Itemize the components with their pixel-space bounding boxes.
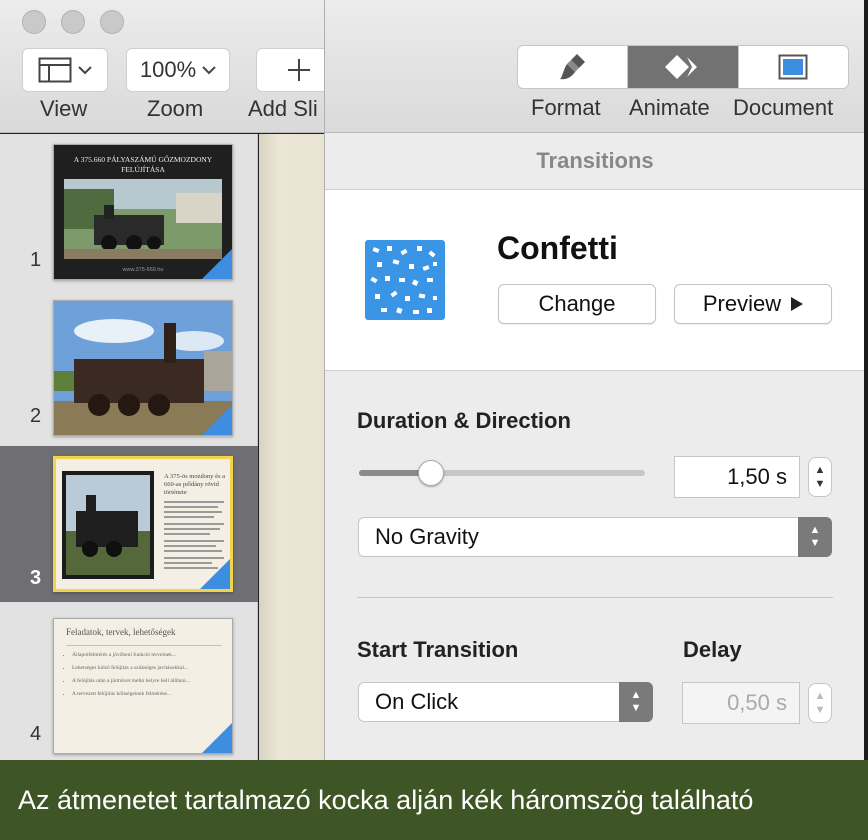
transitions-title: Transitions	[536, 148, 654, 173]
inspector-tab-group	[517, 45, 849, 89]
tab-format-label: Format	[531, 95, 601, 120]
transition-effect-name: Confetti	[497, 230, 618, 266]
duration-slider-knob[interactable]	[418, 460, 444, 486]
duration-slider[interactable]	[359, 460, 645, 486]
paintbrush-icon	[559, 54, 585, 80]
slide-4-rule	[66, 645, 222, 646]
duration-field[interactable]: 1,50 s	[674, 456, 800, 498]
keynote-window: View 100% Zoom Add Sli A 375.660 PÁLYASZ…	[0, 0, 868, 840]
change-button-label: Change	[538, 291, 616, 316]
slide-4-bullets: Állapotfelmérés a jövőbeni funkció terve…	[72, 651, 222, 698]
caption-bar: Az átmenetet tartalmazó kocka alján kék …	[0, 760, 868, 840]
preview-button[interactable]: Preview	[674, 284, 832, 324]
close-window-button[interactable]	[22, 10, 46, 34]
stepper-down-icon: ▼	[814, 478, 826, 490]
delay-field[interactable]: 0,50 s	[682, 682, 800, 724]
view-button[interactable]	[22, 48, 108, 92]
chevron-down-icon	[202, 66, 216, 75]
direction-value: No Gravity	[375, 524, 479, 549]
delay-stepper[interactable]: ▲ ▼	[808, 683, 832, 723]
slide-1-preview: A 375.660 PÁLYASZÁMÚ GŐZMOZDONY FELÚJÍTÁ…	[53, 144, 233, 280]
duration-stepper[interactable]: ▲ ▼	[808, 457, 832, 497]
document-icon	[778, 54, 808, 80]
slide-3-preview: A 375-ös mozdony és a 660-as példány röv…	[53, 456, 233, 592]
slide-navigator[interactable]: A 375.660 PÁLYASZÁMÚ GŐZMOZDONY FELÚJÍTÁ…	[0, 134, 258, 760]
slide-4-bullet: Lehetséges külső felújítás a szükséges j…	[72, 664, 222, 672]
slide-3-heading: A 375-ös mozdony és a 660-as példány röv…	[164, 473, 226, 496]
view-label: View	[40, 96, 88, 121]
transition-indicator-triangle	[202, 249, 232, 279]
plus-icon	[288, 59, 310, 81]
inspector-panel: Format Animate Document Transitions Conf…	[324, 0, 865, 760]
duration-direction-heading: Duration & Direction	[357, 408, 571, 433]
zoom-value: 100%	[139, 57, 197, 82]
transition-indicator-triangle	[200, 559, 230, 589]
slide-thumbnail-3[interactable]: A 375-ös mozdony és a 660-as példány röv…	[0, 446, 258, 602]
add-slide-label: Add Sli	[248, 96, 318, 121]
start-transition-heading: Start Transition	[357, 637, 519, 662]
zoom-window-button[interactable]	[100, 10, 124, 34]
slide-thumbnail-1[interactable]: A 375.660 PÁLYASZÁMÚ GŐZMOZDONY FELÚJÍTÁ…	[0, 134, 258, 284]
slide-2-preview	[53, 300, 233, 436]
slide-4-bullet: Állapotfelmérés a jövőbeni funkció terve…	[72, 651, 222, 659]
stepper-up-icon: ▲	[814, 690, 826, 702]
zoom-label: Zoom	[147, 96, 204, 121]
slide-thumbnail-4[interactable]: Feladatok, tervek, lehetőségek Állapotfe…	[0, 608, 258, 758]
slide-4-heading: Feladatok, tervek, lehetőségek	[66, 627, 176, 637]
tab-format[interactable]	[518, 46, 629, 88]
tab-document-label: Document	[733, 95, 834, 120]
delay-value: 0,50 s	[727, 690, 787, 715]
slide-thumbnail-2[interactable]: 2	[0, 290, 258, 440]
slide-number-2: 2	[30, 405, 42, 427]
slide-canvas-edge	[259, 134, 324, 760]
view-layout-icon	[38, 57, 72, 83]
animate-diamond-icon	[664, 55, 697, 79]
start-transition-value: On Click	[375, 689, 459, 714]
tab-animate-label: Animate	[629, 95, 710, 120]
zoom-button[interactable]: 100%	[126, 48, 230, 92]
tab-animate[interactable]	[628, 46, 739, 88]
confetti-preview-icon	[365, 240, 445, 320]
slide-number-4: 4	[30, 723, 42, 745]
delay-heading: Delay	[683, 637, 742, 662]
slide-4-preview: Feladatok, tervek, lehetőségek Állapotfe…	[53, 618, 233, 754]
start-transition-popup[interactable]: On Click ▲ ▼	[358, 682, 653, 722]
caption-text: Az átmenetet tartalmazó kocka alján kék …	[18, 784, 754, 815]
duration-value: 1,50 s	[727, 464, 787, 489]
transition-indicator-triangle	[202, 405, 232, 435]
section-divider	[357, 597, 833, 598]
change-button[interactable]: Change	[498, 284, 656, 324]
slide-1-photo	[64, 179, 222, 259]
slide-1-title: A 375.660 PÁLYASZÁMÚ GŐZMOZDONY FELÚJÍTÁ…	[73, 155, 213, 174]
popup-arrows-icon: ▲ ▼	[619, 682, 653, 722]
play-triangle-icon	[791, 297, 804, 311]
tab-document[interactable]	[739, 46, 848, 88]
popup-arrows-icon: ▲ ▼	[798, 517, 832, 557]
slide-3-photo	[62, 471, 154, 579]
slide-number-1: 1	[30, 249, 42, 271]
slide-number-3: 3	[30, 567, 42, 589]
slide-4-bullet: A tervezett felújítás költségeinek felmé…	[72, 690, 222, 698]
stepper-up-icon: ▲	[814, 464, 826, 476]
minimize-window-button[interactable]	[61, 10, 85, 34]
window-edge	[864, 0, 868, 760]
chevron-down-icon	[78, 66, 92, 75]
direction-popup[interactable]: No Gravity ▲ ▼	[358, 517, 832, 557]
transition-indicator-triangle	[202, 723, 232, 753]
preview-button-label: Preview	[702, 291, 782, 316]
slide-4-bullet: A felújítás után a járművet méltó helyre…	[72, 677, 222, 685]
stepper-down-icon: ▼	[814, 704, 826, 716]
left-toolbar: View 100% Zoom Add Sli	[0, 0, 346, 133]
